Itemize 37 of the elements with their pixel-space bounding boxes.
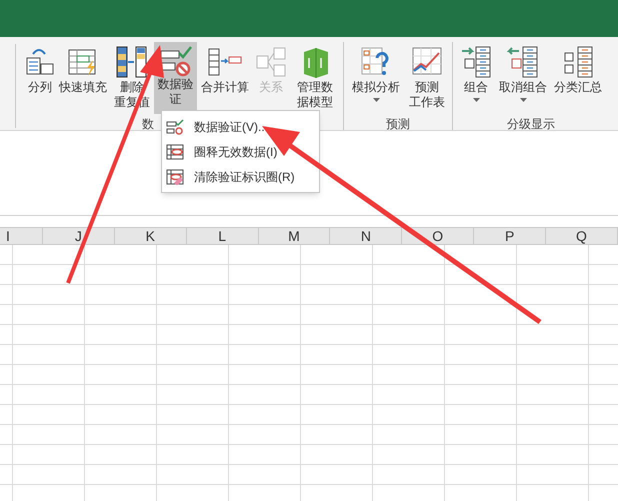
ribbon-button[interactable]: 预测工作表 [406,42,448,114]
clear-circles-icon [166,168,184,184]
caret-icon [472,98,480,102]
caret-icon [520,98,526,102]
column-header[interactable]: L [186,228,259,244]
relationships-icon [255,46,287,78]
menu-item[interactable]: 清除验证标识圈(R) [162,164,319,189]
ribbon-button[interactable]: 模拟分析 [348,42,404,114]
group-label: 分级显示 [507,117,555,132]
ribbon-button[interactable]: 管理数据模型 [291,42,339,114]
column-header[interactable]: M [258,228,330,244]
consolidate-icon [207,47,243,77]
ribbon-button[interactable]: 快速填充 [56,42,110,114]
caret-icon [372,98,380,102]
ribbon-button[interactable]: 取消组合 [497,42,549,114]
outline-rows-icon [507,45,539,79]
column-header[interactable]: I [0,228,43,244]
validation-icon [166,118,184,134]
column-header[interactable]: P [474,228,546,244]
circle-invalid-icon [166,144,184,160]
columns-arrow-icon [115,45,149,79]
menu-item[interactable]: 数据验证(V)... [162,114,319,139]
column-header[interactable]: J [42,228,115,244]
ribbon-button[interactable]: 分列 [26,42,54,114]
outline-rows-icon [460,45,492,79]
group-label: 数 [142,117,154,132]
group-label: 预测 [386,117,410,132]
column-header[interactable]: K [114,228,187,244]
ribbon-button[interactable]: 组合 [457,42,495,114]
validation-icon [158,44,192,77]
column-header[interactable]: O [402,228,474,244]
ribbon-button[interactable]: 合并计算 [199,42,251,114]
outline-rows-icon [562,45,594,79]
ribbon-button[interactable]: 分类汇总 [551,42,605,114]
menu-item[interactable]: 圈释无效数据(I) [162,139,319,164]
column-header[interactable]: Q [546,228,618,244]
column-header[interactable]: N [330,228,402,244]
